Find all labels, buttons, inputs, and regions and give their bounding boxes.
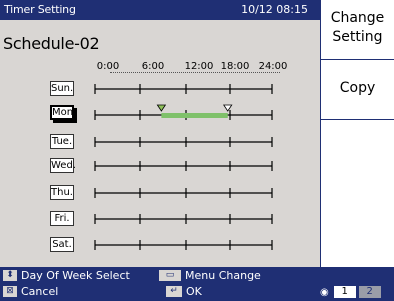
hint-menu-change-label: Menu Change xyxy=(185,269,261,282)
timer-setting-screen: Timer Setting 10/12 08:15 Schedule-02 0:… xyxy=(0,0,394,301)
up-down-icon: ⬍ xyxy=(3,270,17,281)
hint-cancel-label: Cancel xyxy=(21,285,59,298)
change-setting-button[interactable]: Change Setting xyxy=(321,0,394,60)
copy-button[interactable]: Copy xyxy=(321,60,394,120)
side-menu: Change Setting Copy xyxy=(321,0,394,267)
change-setting-label-2: Setting xyxy=(332,29,383,45)
hint-ok-label: OK xyxy=(186,285,202,298)
enter-icon: ↵ xyxy=(166,286,182,297)
schedule-timelines xyxy=(94,84,273,250)
hint-cancel: ⊠ Cancel xyxy=(3,285,58,298)
hint-menu-change: ▭ Menu Change xyxy=(159,269,261,282)
on-period-bar[interactable] xyxy=(161,113,228,118)
hint-day-select: ⬍ Day Of Week Select xyxy=(3,269,130,282)
hint-ok: ↵ OK xyxy=(166,285,202,298)
page-2[interactable]: 2 xyxy=(358,286,381,298)
menu-button-icon: ▭ xyxy=(159,270,181,281)
page-1[interactable]: 1 xyxy=(333,286,356,298)
change-setting-label-1: Change xyxy=(330,10,385,26)
hint-day-select-label: Day Of Week Select xyxy=(21,269,130,282)
page-indicator: ◉ 1 2 xyxy=(320,285,381,299)
cancel-icon: ⊠ xyxy=(3,286,17,297)
on-marker-icon[interactable] xyxy=(156,104,167,112)
eye-icon: ◉ xyxy=(320,286,329,298)
